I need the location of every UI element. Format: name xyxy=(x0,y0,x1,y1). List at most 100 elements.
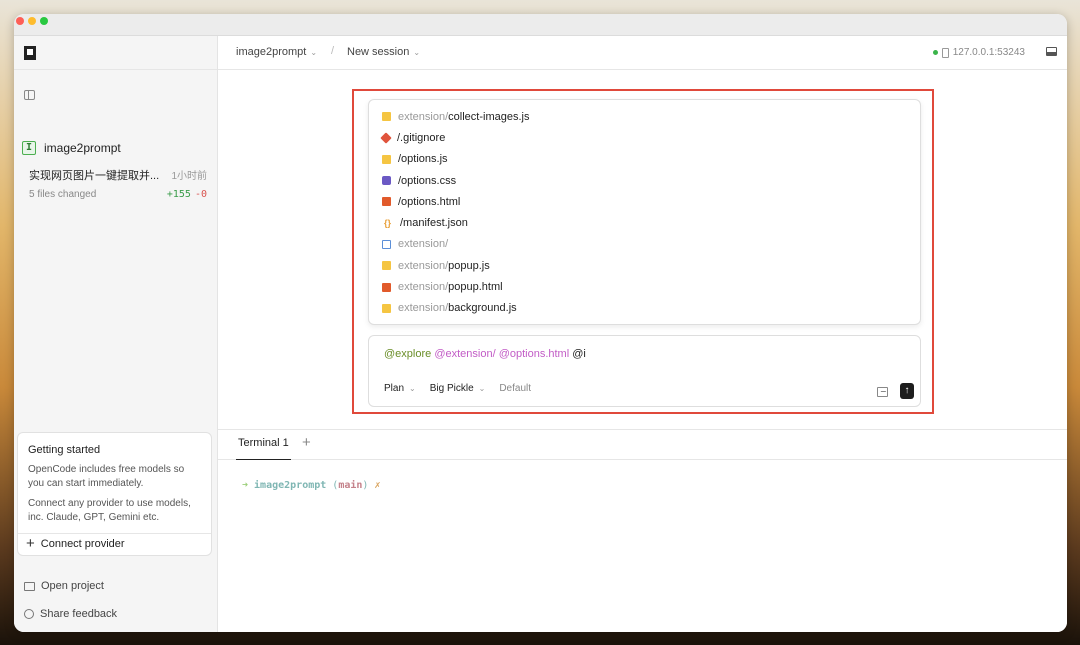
suggestion-item[interactable]: {} /manifest.json xyxy=(369,212,920,233)
plus-icon: + xyxy=(26,535,35,552)
connect-provider-label: Connect provider xyxy=(40,538,125,550)
branch-paren: ) xyxy=(362,480,369,491)
suggestion-name: background.js xyxy=(448,302,517,315)
sidebar: I image2prompt 实现网页图片一键提取并... 1小时前 5 fil… xyxy=(14,36,218,632)
share-feedback-button[interactable]: Share feedback xyxy=(24,608,117,620)
open-project-button[interactable]: Open project xyxy=(24,580,104,592)
file-mention: @extension/ xyxy=(434,348,496,360)
suggestion-item[interactable]: /.gitignore xyxy=(369,127,920,148)
prompt-text[interactable]: @explore @extension/ @options.html @i xyxy=(384,348,586,360)
prompt-arrow-icon: ➜ xyxy=(242,480,249,491)
suggestion-name: /manifest.json xyxy=(400,217,468,230)
suggestion-item[interactable]: /options.html xyxy=(369,191,920,212)
session-crumb-label: New session xyxy=(347,46,410,58)
project-item[interactable]: I image2prompt xyxy=(22,141,121,155)
toggle-panel-icon[interactable] xyxy=(1046,47,1057,56)
terminal-tab-bar: Terminal 1 + xyxy=(218,429,1067,460)
session-deletions: -0 xyxy=(194,189,207,200)
connect-provider-button[interactable]: + Connect provider xyxy=(26,535,125,552)
getting-started-text-free: OpenCode includes free models so you can… xyxy=(28,464,185,489)
js-file-icon xyxy=(382,112,391,122)
tab-terminal-1[interactable]: Terminal 1 xyxy=(236,430,291,460)
js-file-icon xyxy=(382,261,391,271)
breadcrumb-separator: / xyxy=(331,45,335,57)
json-file-icon: {} xyxy=(383,217,391,228)
top-bar: image2prompt ⌄ / New session ⌄ 127.0.0.1… xyxy=(218,36,1067,70)
sidebar-header xyxy=(14,36,217,70)
suggestion-dir: extension/ xyxy=(398,110,449,123)
suggestion-name: /options.js xyxy=(398,153,448,166)
add-terminal-icon[interactable]: + xyxy=(302,434,311,451)
session-files-changed: 5 files changed xyxy=(29,189,97,200)
dirty-marker: ✗ xyxy=(374,480,381,491)
card-divider xyxy=(18,533,211,534)
js-file-icon xyxy=(382,303,391,313)
suggestion-dir: extension/ xyxy=(398,259,449,272)
chat-bubble-icon xyxy=(24,609,34,619)
app-window: I image2prompt 实现网页图片一键提取并... 1小时前 5 fil… xyxy=(14,14,1067,632)
main-area: image2prompt ⌄ / New session ⌄ 127.0.0.1… xyxy=(218,36,1067,632)
server-address: 127.0.0.1:53243 xyxy=(952,47,1025,58)
suggestion-dir: extension/ xyxy=(398,302,449,315)
close-window-button[interactable] xyxy=(16,17,24,25)
project-badge-icon: I xyxy=(22,141,36,155)
file-suggestion-list: extension/collect-images.js /.gitignore … xyxy=(368,99,921,325)
git-file-icon xyxy=(380,132,392,144)
terminal-prompt-line[interactable]: ➜ image2prompt (main) ✗ xyxy=(242,480,380,491)
project-name: image2prompt xyxy=(44,141,121,155)
suggestion-item[interactable]: /options.js xyxy=(369,149,920,170)
suggestion-item[interactable]: /options.css xyxy=(369,170,920,191)
session-item[interactable]: 实现网页图片一键提取并... 1小时前 5 files changed +155… xyxy=(29,167,207,200)
html-file-icon xyxy=(382,197,391,207)
mode-selector[interactable]: Plan ⌄ xyxy=(384,383,416,394)
css-file-icon xyxy=(382,176,391,186)
agent-mention: @explore xyxy=(384,348,432,360)
project-selector[interactable]: image2prompt ⌄ xyxy=(236,46,317,58)
server-status[interactable]: 127.0.0.1:53243 xyxy=(932,47,1025,58)
suggestion-item[interactable]: extension/background.js xyxy=(369,298,920,319)
session-additions: +155 xyxy=(166,189,191,200)
server-icon xyxy=(941,47,949,58)
send-button[interactable]: ↑ xyxy=(900,383,914,399)
suggestion-name: popup.html xyxy=(448,281,503,294)
model-selector[interactable]: Big Pickle ⌄ xyxy=(430,383,486,394)
suggestion-dir: extension/ xyxy=(398,238,449,251)
typing-text: @i xyxy=(572,348,586,360)
chevron-down-icon: ⌄ xyxy=(310,47,318,57)
project-crumb-label: image2prompt xyxy=(236,46,307,58)
suggestion-name: collect-images.js xyxy=(448,110,530,123)
suggestion-name: /options.css xyxy=(398,174,457,187)
chevron-down-icon: ⌄ xyxy=(409,384,416,393)
file-mention: @options.html xyxy=(498,348,570,360)
getting-started-text-connect: Connect any provider to use models, inc.… xyxy=(28,498,191,523)
suggestion-item[interactable]: extension/ xyxy=(369,234,920,255)
suggestion-item[interactable]: extension/collect-images.js xyxy=(369,106,920,127)
chevron-down-icon: ⌄ xyxy=(478,384,486,393)
session-selector[interactable]: New session ⌄ xyxy=(347,46,420,58)
suggestion-dir: extension/ xyxy=(398,281,449,294)
suggestion-item[interactable]: extension/popup.html xyxy=(369,276,920,297)
folder-icon xyxy=(24,581,35,591)
status-dot-icon xyxy=(932,50,938,55)
zoom-window-button[interactable] xyxy=(40,17,48,25)
attach-image-icon[interactable] xyxy=(877,387,888,397)
getting-started-card: Getting started OpenCode includes free m… xyxy=(17,432,212,556)
terminal-dir: image2prompt xyxy=(254,480,327,491)
suggestion-item[interactable]: extension/popup.js xyxy=(369,255,920,276)
mode-label: Plan xyxy=(384,383,405,394)
model-label: Big Pickle xyxy=(429,383,474,394)
opencode-logo-icon[interactable] xyxy=(24,46,36,60)
share-feedback-label: Share feedback xyxy=(40,608,118,620)
prompt-input[interactable]: @explore @extension/ @options.html @i Pl… xyxy=(368,335,921,407)
minimize-window-button[interactable] xyxy=(28,17,36,25)
arrow-up-icon: ↑ xyxy=(904,385,910,396)
suggestion-name: popup.js xyxy=(448,259,490,272)
sidebar-toggle-icon[interactable] xyxy=(24,90,35,100)
variant-selector[interactable]: Default xyxy=(499,383,531,394)
session-time: 1小时前 xyxy=(171,171,207,182)
terminal-branch: main xyxy=(338,480,363,491)
session-title: 实现网页图片一键提取并... xyxy=(29,170,160,182)
folder-icon xyxy=(382,239,391,249)
open-project-label: Open project xyxy=(41,580,104,592)
suggestion-name: /options.html xyxy=(398,195,461,208)
